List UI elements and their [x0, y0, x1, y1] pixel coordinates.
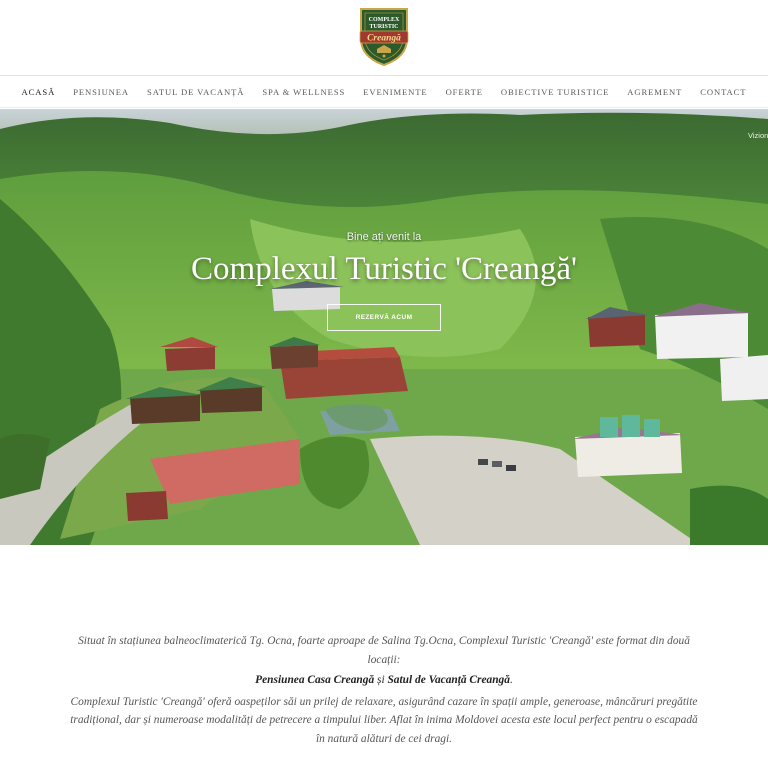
book-now-button[interactable]: REZERVĂ ACUM	[327, 304, 441, 331]
main-nav: ACASĂ PENSIUNEA SATUL DE VACANȚĂ SPA & W…	[0, 77, 768, 108]
svg-text:COMPLEX: COMPLEX	[369, 17, 400, 23]
nav-item-acasa[interactable]: ACASĂ	[22, 87, 56, 97]
svg-text:TURISTIC: TURISTIC	[369, 24, 398, 30]
nav-item-contact[interactable]: CONTACT	[700, 87, 746, 97]
shield-logo-icon: COMPLEX TURISTIC Creangă	[359, 8, 409, 67]
nav-item-satul-de-vacanta[interactable]: SATUL DE VACANȚĂ	[147, 87, 244, 97]
intro-section: Situat în stațiunea balneoclimaterică Tg…	[70, 632, 698, 749]
satul-link[interactable]: Satul de Vacanță Creangă	[387, 674, 509, 686]
nav-item-agrement[interactable]: AGREMENT	[627, 87, 682, 97]
hero-side-text: Vizion	[748, 131, 768, 140]
intro-paragraph-3: Complexul Turistic 'Creangă' oferă oaspe…	[70, 695, 698, 745]
intro-paragraph-2: Pensiunea Casa Creangă și Satul de Vacan…	[70, 671, 698, 690]
hero-welcome-text: Bine ați venit la	[346, 231, 422, 243]
intro-paragraph-1: Situat în stațiunea balneoclimaterică Tg…	[78, 635, 690, 666]
nav-item-pensiunea[interactable]: PENSIUNEA	[73, 87, 129, 97]
hero-title: Complexul Turistic 'Creangă'	[191, 251, 577, 287]
intro-conjunction: și	[374, 674, 388, 687]
nav-item-evenimente[interactable]: EVENIMENTE	[363, 87, 427, 97]
site-logo[interactable]: COMPLEX TURISTIC Creangă	[357, 5, 411, 67]
intro-period: .	[509, 674, 513, 687]
nav-item-spa-wellness[interactable]: SPA & WELLNESS	[262, 87, 345, 97]
nav-item-obiective-turistice[interactable]: OBIECTIVE TURISTICE	[501, 87, 609, 97]
site-header: COMPLEX TURISTIC Creangă	[0, 0, 768, 76]
nav-item-oferte[interactable]: OFERTE	[446, 87, 483, 97]
hero-banner: Bine ați venit la Complexul Turistic 'Cr…	[0, 109, 768, 545]
pensiunea-link[interactable]: Pensiunea Casa Creangă	[255, 674, 374, 686]
svg-text:Creangă: Creangă	[367, 34, 401, 44]
